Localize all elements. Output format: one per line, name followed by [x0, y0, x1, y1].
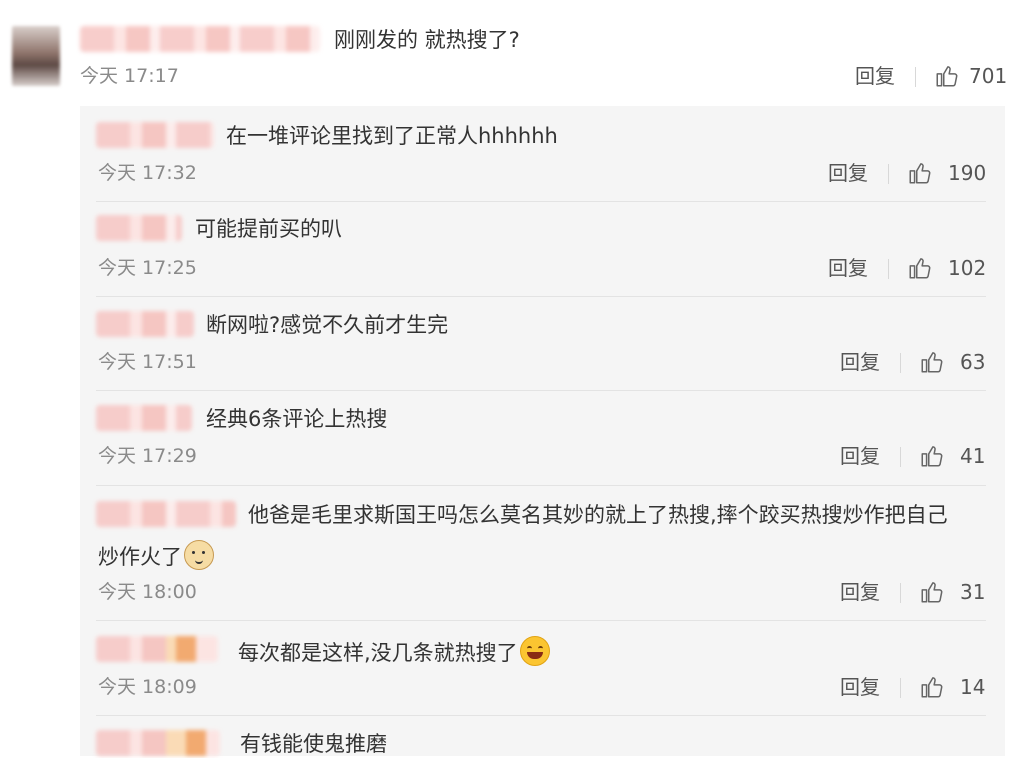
separator: [900, 353, 901, 373]
username-blurred[interactable]: [80, 26, 320, 52]
divider: [96, 390, 986, 391]
like-count: 14: [960, 675, 986, 699]
thumbs-up-icon[interactable]: [919, 443, 945, 469]
reply-button[interactable]: 回复: [828, 160, 868, 186]
reply-username-blurred[interactable]: [96, 215, 182, 241]
reply-username-blurred[interactable]: [96, 405, 192, 431]
divider: [96, 620, 986, 621]
reply-username-blurred[interactable]: [96, 122, 214, 148]
divider: [96, 715, 986, 716]
like-count: 701: [969, 64, 1008, 88]
divider: [96, 485, 986, 486]
reply-button[interactable]: 回复: [840, 443, 880, 469]
thumbs-up-icon[interactable]: [919, 674, 945, 700]
like-count: 63: [960, 350, 986, 374]
divider: [96, 201, 986, 202]
reply-time: 今天 17:32: [98, 162, 197, 184]
thumbs-up-icon[interactable]: [907, 255, 933, 281]
like-count: 31: [960, 580, 986, 604]
comment-time: 今天 17:17: [80, 65, 179, 87]
comment-text: 刚刚发的 就热搜了?: [334, 28, 520, 52]
divider: [96, 296, 986, 297]
reply-username-blurred[interactable]: [96, 501, 236, 527]
separator: [915, 67, 916, 87]
like-count: 41: [960, 444, 986, 468]
reply-button[interactable]: 回复: [828, 255, 868, 281]
reply-text-row: 每次都是这样,没几条就热搜了: [238, 636, 550, 667]
separator: [888, 164, 889, 184]
reply-time: 今天 17:29: [98, 445, 197, 467]
thumbs-up-icon[interactable]: [907, 160, 933, 186]
reply-text: 每次都是这样,没几条就热搜了: [238, 641, 518, 665]
grin-icon: [519, 636, 550, 666]
reply-time: 今天 17:51: [98, 351, 197, 373]
separator: [900, 583, 901, 603]
reply-button[interactable]: 回复: [840, 674, 880, 700]
reply-button[interactable]: 回复: [855, 63, 895, 89]
reply-username-blurred[interactable]: [96, 636, 218, 662]
reply-text: 在一堆评论里找到了正常人hhhhhh: [226, 124, 558, 148]
separator: [900, 678, 901, 698]
reply-username-blurred[interactable]: [96, 311, 194, 337]
reply-username-blurred[interactable]: [96, 730, 220, 756]
doge-icon: [184, 540, 214, 570]
reply-text-continued: 炒作火了: [98, 545, 182, 569]
reply-time: 今天 17:25: [98, 257, 197, 279]
avatar[interactable]: [12, 26, 60, 86]
reply-text: 他爸是毛里求斯国王吗怎么莫名其妙的就上了热搜,摔个跤买热搜炒作把自己: [248, 503, 948, 527]
reply-text: 可能提前买的叭: [195, 217, 342, 241]
thumbs-up-icon[interactable]: [919, 579, 945, 605]
reply-button[interactable]: 回复: [840, 579, 880, 605]
like-count: 102: [948, 256, 987, 280]
reply-text: 有钱能使鬼推磨: [240, 732, 387, 756]
reply-button[interactable]: 回复: [840, 349, 880, 375]
reply-time: 今天 18:00: [98, 581, 197, 603]
reply-text-line2: 炒作火了: [98, 540, 214, 571]
reply-text: 经典6条评论上热搜: [206, 407, 388, 431]
reply-text: 断网啦?感觉不久前才生完: [206, 313, 449, 337]
reply-time: 今天 18:09: [98, 676, 197, 698]
separator: [900, 447, 901, 467]
like-count: 190: [948, 161, 987, 185]
thumbs-up-icon[interactable]: [934, 63, 960, 89]
separator: [888, 259, 889, 279]
thumbs-up-icon[interactable]: [919, 349, 945, 375]
